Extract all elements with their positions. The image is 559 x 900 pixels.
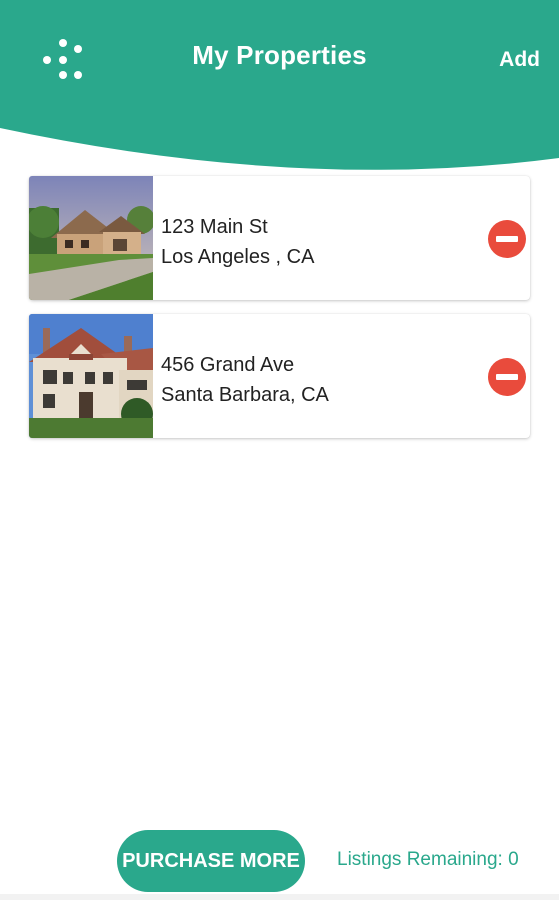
page-title: My Properties <box>192 40 367 70</box>
minus-circle-icon <box>488 220 526 258</box>
property-photo <box>29 314 153 438</box>
bottom-edge <box>0 894 559 900</box>
property-list: 123 Main St Los Angeles , CA 456 Grand A… <box>29 176 530 452</box>
footer-bar: PURCHASE MORE Listings Remaining: 0 <box>0 830 559 892</box>
city-state: Santa Barbara, CA <box>161 384 329 406</box>
remove-property-button[interactable] <box>488 220 526 258</box>
header-background <box>0 0 559 170</box>
app-header: My Properties Add <box>0 0 559 175</box>
property-photo <box>29 176 153 300</box>
street-address: 123 Main St <box>161 216 268 238</box>
property-address: 456 Grand Ave Santa Barbara, CA <box>161 350 329 410</box>
street-address: 456 Grand Ave <box>161 354 295 376</box>
property-card[interactable]: 123 Main St Los Angeles , CA <box>29 176 530 300</box>
remove-property-button[interactable] <box>488 358 526 396</box>
property-card[interactable]: 456 Grand Ave Santa Barbara, CA <box>29 314 530 438</box>
minus-circle-icon <box>488 358 526 396</box>
listings-remaining-label: Listings Remaining: 0 <box>337 849 519 870</box>
add-property-button[interactable]: Add <box>499 48 540 72</box>
city-state: Los Angeles , CA <box>161 246 315 268</box>
purchase-more-button[interactable]: PURCHASE MORE <box>117 830 305 892</box>
property-address: 123 Main St Los Angeles , CA <box>161 212 314 272</box>
